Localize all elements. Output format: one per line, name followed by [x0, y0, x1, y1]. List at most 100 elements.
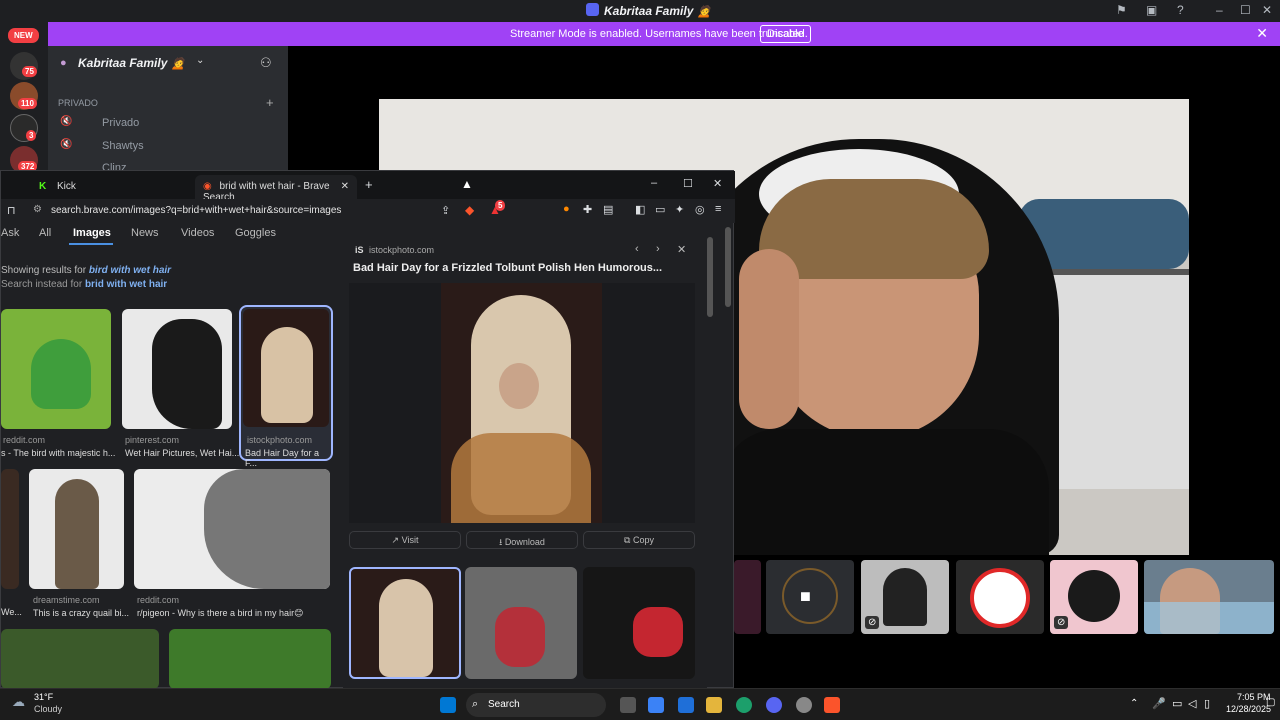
related-thumbnail[interactable]: [583, 567, 695, 679]
participant-tile[interactable]: ⊘: [1050, 560, 1138, 634]
nav-news[interactable]: News: [131, 227, 159, 239]
network-icon[interactable]: ▭: [1172, 697, 1182, 710]
category-label[interactable]: PRIVADO: [58, 98, 98, 108]
taskbar-search[interactable]: ⌕ Search: [466, 693, 606, 717]
url-field[interactable]: search.brave.com/images?q=brid+with+wet+…: [51, 205, 341, 216]
bookmark-icon[interactable]: ⊓: [7, 204, 16, 217]
result-thumbnail[interactable]: [134, 469, 330, 589]
address-bar: ⊓ ⚙ search.brave.com/images?q=brid+with+…: [1, 199, 735, 223]
add-channel-icon[interactable]: +: [266, 95, 274, 110]
result-thumbnail[interactable]: [29, 469, 124, 589]
nav-ask[interactable]: Ask: [1, 227, 19, 239]
scrollbar[interactable]: [725, 227, 731, 307]
microphone-icon[interactable]: 🎤: [1152, 697, 1166, 710]
result-title[interactable]: We...: [1, 607, 22, 617]
participant-tile[interactable]: [956, 560, 1044, 634]
puzzle-icon[interactable]: ✚: [583, 203, 592, 216]
nav-images[interactable]: Images: [73, 227, 111, 239]
previous-icon[interactable]: ‹: [635, 243, 639, 255]
result-thumbnail[interactable]: [1, 309, 111, 429]
help-icon[interactable]: ?: [1177, 3, 1184, 17]
scrollbar[interactable]: [707, 237, 713, 317]
server-name[interactable]: Kabritaa Family 🙍: [78, 56, 186, 70]
nav-goggles[interactable]: Goggles: [235, 227, 276, 239]
next-icon[interactable]: ›: [656, 243, 660, 255]
inbox-icon[interactable]: ⚑: [1116, 3, 1127, 17]
participant-tile[interactable]: [734, 560, 761, 634]
volume-icon[interactable]: ◁: [1188, 697, 1196, 710]
detail-image[interactable]: [441, 283, 602, 523]
original-query[interactable]: brid with wet hair: [85, 279, 167, 290]
leo-ai-icon[interactable]: ✦: [675, 203, 684, 216]
minimize-icon[interactable]: –: [1216, 3, 1223, 17]
tab-brave-search[interactable]: ◉ brid with wet hair - Brave Search ✕: [195, 175, 357, 203]
result-title[interactable]: r/pigeon - Why is there a bird in my hai…: [137, 608, 303, 619]
result-thumbnail[interactable]: [1, 469, 19, 589]
sidebar-icon[interactable]: ◧: [635, 203, 645, 216]
result-title[interactable]: Bad Hair Day for a F...: [245, 448, 331, 468]
result-title[interactable]: Wet Hair Pictures, Wet Hai...: [125, 448, 239, 458]
visit-button[interactable]: ↗ Visit: [349, 531, 461, 549]
nav-all[interactable]: All: [39, 227, 51, 239]
weather-temp[interactable]: 31°F: [34, 692, 53, 702]
result-thumbnail[interactable]: [1, 629, 159, 689]
related-thumbnail[interactable]: [465, 567, 577, 679]
detail-title[interactable]: Bad Hair Day for a Frizzled Tolbunt Poli…: [353, 262, 662, 274]
detail-source[interactable]: istockphoto.com: [369, 245, 434, 255]
channel-item[interactable]: Privado: [102, 117, 139, 129]
brave-icon[interactable]: [824, 697, 840, 713]
new-tab-icon[interactable]: +: [365, 177, 373, 192]
chevron-up-icon[interactable]: ⌃: [1130, 698, 1138, 709]
screen-icon[interactable]: ▣: [1146, 3, 1157, 17]
result-card-selected[interactable]: istockphoto.com Bad Hair Day for a F...: [239, 305, 333, 468]
result-thumbnail[interactable]: [169, 629, 331, 689]
extension-icon[interactable]: ●: [563, 203, 570, 215]
menu-icon[interactable]: ≡: [715, 203, 721, 215]
copy-button[interactable]: ⧉ Copy: [583, 531, 695, 549]
wallet-icon[interactable]: ▭: [655, 203, 665, 216]
new-badge: NEW: [8, 28, 39, 43]
related-thumbnail-selected[interactable]: [349, 567, 461, 679]
edge-icon[interactable]: [736, 697, 752, 713]
panel-close-icon[interactable]: ✕: [677, 243, 686, 256]
corrected-query[interactable]: bird with wet hair: [89, 265, 171, 276]
copilot-icon[interactable]: [648, 697, 664, 713]
discord-icon[interactable]: [766, 697, 782, 713]
nav-videos[interactable]: Videos: [181, 227, 214, 239]
close-icon[interactable]: ✕: [1262, 3, 1272, 17]
clock-date[interactable]: 12/28/2025: [1226, 704, 1271, 714]
search-instead: Search instead for brid with wet hair: [1, 279, 167, 290]
result-title[interactable]: This is a crazy quail bi...: [33, 608, 129, 618]
tab-label: Kick: [57, 181, 76, 192]
chevron-down-icon[interactable]: ⌄: [196, 55, 204, 66]
add-friend-icon[interactable]: ⚇: [260, 55, 272, 71]
participant-tile[interactable]: ■: [766, 560, 854, 634]
banner-close-icon[interactable]: ✕: [1256, 25, 1268, 42]
notification-icon[interactable]: ▢: [1266, 697, 1275, 708]
share-icon[interactable]: ⇪: [441, 204, 450, 217]
participant-tile[interactable]: ⊘: [861, 560, 949, 634]
tab-kick[interactable]: K Kick: [31, 175, 191, 199]
brave-shields-icon[interactable]: ◆: [465, 203, 474, 217]
vpn-icon[interactable]: ◎: [695, 203, 705, 216]
tab-close-icon[interactable]: ✕: [341, 181, 349, 192]
maximize-icon[interactable]: ☐: [683, 177, 693, 190]
battery-icon[interactable]: ▯: [1204, 697, 1210, 710]
start-icon[interactable]: [440, 697, 456, 713]
channel-item[interactable]: Shawtys: [102, 140, 144, 152]
maximize-icon[interactable]: ☐: [1240, 3, 1251, 17]
download-button[interactable]: ⭳ Download: [466, 531, 578, 549]
minimize-icon[interactable]: –: [651, 177, 657, 189]
extension-icon[interactable]: ▤: [603, 203, 613, 216]
settings-icon[interactable]: [796, 697, 812, 713]
result-thumbnail[interactable]: [122, 309, 232, 429]
task-view-icon[interactable]: [620, 697, 636, 713]
disable-button[interactable]: Disable: [760, 25, 811, 43]
result-title[interactable]: s - The bird with majestic h...: [1, 448, 115, 458]
cloud-icon: ☁: [12, 694, 25, 709]
close-icon[interactable]: ✕: [713, 177, 722, 190]
outlook-icon[interactable]: [678, 697, 694, 713]
file-explorer-icon[interactable]: [706, 697, 722, 713]
participant-tile[interactable]: [1144, 560, 1274, 634]
site-info-icon[interactable]: ⚙: [33, 204, 42, 215]
